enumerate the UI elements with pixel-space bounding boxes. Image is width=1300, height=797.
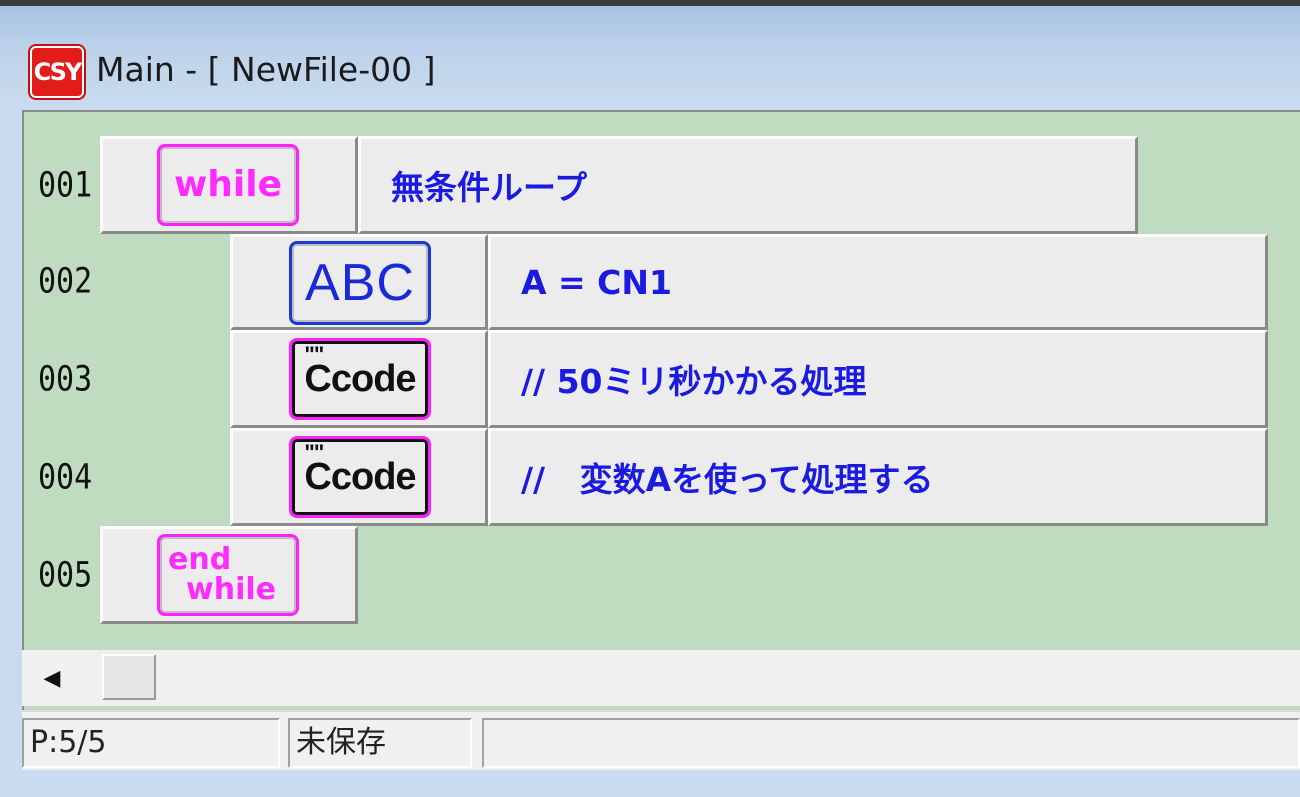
line-number: 003	[38, 359, 93, 400]
statement-cell[interactable]: A = CN1	[488, 234, 1268, 330]
abc-block-icon[interactable]: ABC	[289, 241, 431, 325]
quote-mark: ""	[304, 341, 324, 367]
scrollbar-thumb[interactable]	[102, 654, 156, 700]
statement-cell[interactable]: // 50ミリ秒かかる処理	[488, 330, 1268, 428]
statement-text: 無条件ループ	[391, 168, 588, 207]
block-cell-assign[interactable]: ABC	[230, 234, 488, 330]
scroll-left-arrow-icon[interactable]: ◀	[26, 654, 78, 702]
title-bar[interactable]: CSY Main - [ NewFile-00 ]	[0, 6, 1300, 106]
app-icon[interactable]: CSY	[30, 46, 84, 98]
ccode-label: "" Ccode	[304, 440, 416, 499]
ccode-block-icon[interactable]: "" Ccode	[289, 436, 431, 518]
statement-cell[interactable]: // 変数Aを使って処理する	[488, 428, 1268, 526]
window-bottom-border	[0, 770, 1300, 797]
ccode-block-icon[interactable]: "" Ccode	[289, 338, 431, 420]
quote-mark: ""	[304, 439, 324, 465]
block-cell-while[interactable]: while	[100, 136, 358, 234]
line-number: 004	[38, 457, 93, 498]
status-save-state: 未保存	[288, 718, 472, 768]
statement-text: // 変数Aを使って処理する	[521, 460, 934, 499]
ccode-label: "" Ccode	[304, 342, 416, 401]
horizontal-scrollbar[interactable]: ◀	[22, 650, 1300, 706]
endwhile-block-icon[interactable]: end while	[157, 534, 299, 616]
app-window: CSY Main - [ NewFile-00 ] 001 while 無条件ル…	[0, 0, 1300, 797]
line-number: 001	[38, 165, 93, 206]
statement-text: A = CN1	[521, 262, 672, 302]
statement-text: // 50ミリ秒かかる処理	[521, 362, 867, 401]
while-block-icon[interactable]: while	[157, 144, 299, 226]
line-number: 002	[38, 261, 93, 302]
statement-cell[interactable]: 無条件ループ	[358, 136, 1138, 234]
block-cell-ccode[interactable]: "" Ccode	[230, 428, 488, 526]
line-number: 005	[38, 555, 93, 596]
status-extra	[482, 718, 1300, 768]
status-bar: P:5/5 未保存	[22, 710, 1300, 770]
window-title: Main - [ NewFile-00 ]	[96, 50, 436, 89]
flowchart-editor[interactable]: 001 while 無条件ループ 002 ABC A = CN1 003 "" C…	[22, 110, 1300, 710]
block-cell-endwhile[interactable]: end while	[100, 526, 358, 624]
block-cell-ccode[interactable]: "" Ccode	[230, 330, 488, 428]
status-position: P:5/5	[22, 718, 280, 768]
